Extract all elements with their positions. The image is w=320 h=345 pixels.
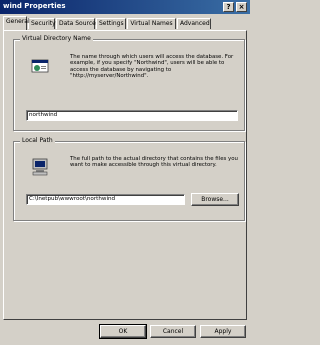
virtual-directory-name-input[interactable]: northwind (26, 110, 238, 121)
tab-general[interactable]: General (3, 16, 30, 30)
computer-icon (32, 158, 48, 176)
tab-security[interactable]: Security (28, 18, 56, 29)
virtual-directory-label: Virtual Directory Name (20, 35, 93, 42)
ok-button[interactable]: OK (99, 324, 147, 339)
general-tab-panel: Virtual Directory Name The name through … (3, 30, 247, 320)
browse-button[interactable]: Browse... (191, 193, 239, 206)
apply-button[interactable]: Apply (200, 325, 246, 338)
web-folder-icon (31, 59, 49, 73)
tab-settings[interactable]: Settings (96, 18, 126, 29)
virtual-directory-description: The name through which users will access… (70, 54, 234, 80)
tab-advanced[interactable]: Advanced (177, 18, 211, 29)
virtual-directory-group: Virtual Directory Name The name through … (13, 35, 245, 131)
properties-dialog: wind Properties ? × General Security Dat… (0, 0, 250, 345)
help-button[interactable]: ? (223, 2, 234, 12)
title-bar[interactable]: wind Properties ? × (0, 0, 250, 14)
close-button[interactable]: × (236, 2, 247, 12)
tab-virtual-names[interactable]: Virtual Names (127, 18, 176, 29)
local-path-label: Local Path (20, 137, 55, 144)
tab-data-source[interactable]: Data Source (56, 18, 96, 29)
local-path-input[interactable]: C:\Inetpub\wwwroot\northwind (26, 194, 185, 205)
cancel-button[interactable]: Cancel (150, 325, 196, 338)
window-title: wind Properties (3, 2, 66, 10)
local-path-group: Local Path The full path to the actual d… (13, 137, 245, 221)
local-path-description: The full path to the actual directory th… (70, 156, 238, 169)
